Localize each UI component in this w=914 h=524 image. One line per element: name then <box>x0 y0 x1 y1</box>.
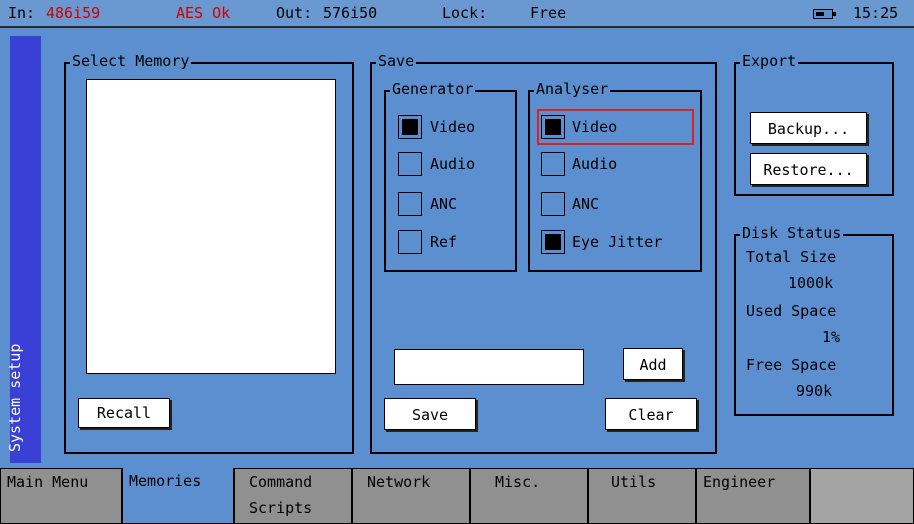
used-space-label: Used Space <box>746 302 837 320</box>
status-bar: In: 486i59 AES Ok Out: 576i50 Lock: Free… <box>0 0 914 28</box>
tab-utils[interactable]: Utils <box>588 468 696 524</box>
restore-button[interactable]: Restore... <box>750 153 867 185</box>
battery-icon <box>813 9 836 19</box>
analyser-audio-checkbox[interactable] <box>541 152 565 176</box>
tab-command-scripts[interactable]: Command Scripts <box>234 468 352 524</box>
total-size-label: Total Size <box>746 248 837 266</box>
analyser-anc-checkbox[interactable] <box>541 192 565 216</box>
generator-ref-label: Ref <box>430 233 458 251</box>
input-format: 486i59 <box>46 4 101 22</box>
generator-video-label: Video <box>430 118 476 136</box>
analyser-eye-jitter-label: Eye Jitter <box>572 233 663 251</box>
analyser-title: Analyser <box>534 80 611 98</box>
input-label: In: <box>8 4 36 22</box>
lock-value: Free <box>530 4 567 22</box>
generator-audio-checkbox[interactable] <box>398 152 422 176</box>
memory-name-field[interactable] <box>394 349 584 385</box>
clock: 15:25 <box>853 4 899 22</box>
add-button[interactable]: Add <box>623 348 683 380</box>
free-space-label: Free Space <box>746 356 837 374</box>
aes-status: AES Ok <box>176 4 231 22</box>
tab-bar: Main Menu Memories Command Scripts Netwo… <box>0 468 914 524</box>
analyser-audio-label: Audio <box>572 155 618 173</box>
generator-anc-label: ANC <box>430 195 458 213</box>
analyser-video-checkbox[interactable] <box>541 115 565 139</box>
generator-anc-checkbox[interactable] <box>398 192 422 216</box>
analyser-eye-jitter-checkbox[interactable] <box>541 230 565 254</box>
used-space-value: 1% <box>822 328 841 346</box>
generator-video-checkbox[interactable] <box>398 115 422 139</box>
side-label: System setup <box>6 343 24 452</box>
lock-label: Lock: <box>442 4 488 22</box>
output-label: Out: <box>276 4 313 22</box>
disk-status-title: Disk Status <box>740 224 844 242</box>
analyser-video-label: Video <box>572 118 618 136</box>
tab-engineer[interactable]: Engineer <box>696 468 810 524</box>
tab-misc[interactable]: Misc. <box>470 468 588 524</box>
generator-ref-checkbox[interactable] <box>398 230 422 254</box>
save-title: Save <box>376 52 417 70</box>
total-size-value: 1000k <box>788 274 834 292</box>
tab-memories[interactable]: Memories <box>122 468 234 524</box>
clear-button[interactable]: Clear <box>605 398 697 430</box>
memory-list[interactable] <box>86 79 336 374</box>
recall-button[interactable]: Recall <box>78 398 170 428</box>
analyser-anc-label: ANC <box>572 195 600 213</box>
tab-network[interactable]: Network <box>352 468 470 524</box>
generator-audio-label: Audio <box>430 155 476 173</box>
export-title: Export <box>740 52 799 70</box>
select-memory-title: Select Memory <box>70 52 192 70</box>
save-button[interactable]: Save <box>384 398 476 430</box>
generator-title: Generator <box>390 80 476 98</box>
backup-button[interactable]: Backup... <box>750 112 867 144</box>
system-setup-screen: In: 486i59 AES Ok Out: 576i50 Lock: Free… <box>0 0 914 524</box>
tab-main-menu[interactable]: Main Menu <box>0 468 122 524</box>
output-format: 576i50 <box>323 4 378 22</box>
tab-bar-filler <box>810 468 914 524</box>
free-space-value: 990k <box>796 382 833 400</box>
